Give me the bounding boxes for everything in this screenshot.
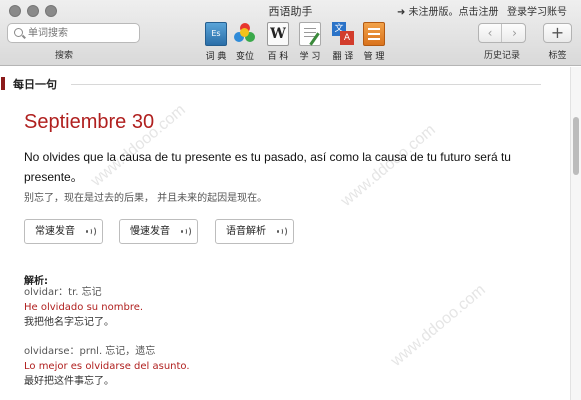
- analysis-entry: olvidar：tr. 忘记 He olvidado su nombre. 我把…: [24, 285, 544, 330]
- tool-conjugation-label: 变位: [235, 52, 254, 62]
- normal-speed-audio-button[interactable]: 常速发音: [24, 219, 103, 244]
- search-field[interactable]: [7, 23, 140, 43]
- vertical-scrollbar[interactable]: [570, 67, 581, 400]
- search-icon: [14, 28, 23, 37]
- translate-icon-b: A: [340, 31, 354, 45]
- back-button[interactable]: ‹: [479, 24, 502, 42]
- tool-dictionary-label: 词 典: [205, 52, 227, 62]
- section-title: 每日一句: [13, 78, 57, 91]
- tool-manage[interactable]: 管 理: [358, 22, 390, 62]
- entry-example: Lo mejor es olvidarse del asunto.: [24, 361, 190, 372]
- tool-study-label: 学 习: [299, 52, 321, 62]
- scrollbar-thumb[interactable]: [573, 117, 579, 175]
- tool-wikipedia[interactable]: W 百 科: [262, 22, 294, 62]
- audio-explanation-label: 语音解析: [226, 226, 266, 237]
- dictionary-icon: Es: [205, 22, 227, 46]
- wikipedia-icon: W: [267, 22, 289, 46]
- tool-conjugation[interactable]: 变位: [229, 22, 261, 62]
- dictionary-icon-text: Es: [211, 29, 221, 38]
- forward-button[interactable]: ›: [503, 24, 526, 42]
- audio-explanation-button[interactable]: 语音解析: [215, 219, 294, 244]
- search-input[interactable]: [28, 24, 138, 42]
- translate-icon: 文 A: [332, 22, 354, 46]
- speaker-icon: [181, 226, 191, 237]
- search-caption: 搜索: [55, 51, 74, 61]
- sentence-translation: 别忘了，现在是过去的后果， 并且未来的起因是现在。: [24, 193, 268, 204]
- daily-sentence-panel: www.ddooo.com www.ddooo.com www.ddooo.co…: [0, 67, 570, 400]
- history-caption: 历史记录: [483, 51, 520, 61]
- entry-word: olvidar：tr. 忘记: [24, 287, 102, 298]
- register-link[interactable]: ➜ 未注册版。点击注册: [397, 3, 499, 18]
- slow-speed-audio-button[interactable]: 慢速发音: [119, 219, 198, 244]
- tool-study[interactable]: 学 习: [294, 22, 326, 62]
- sentence-date: Septiembre 30: [24, 111, 155, 133]
- daily-sentence: No olvides que la causa de tu presente e…: [24, 150, 511, 184]
- study-icon: [299, 22, 321, 46]
- add-tag-button[interactable]: +: [543, 23, 572, 43]
- section-divider: [71, 84, 541, 85]
- login-link[interactable]: 登录学习账号: [507, 3, 567, 18]
- tool-translate-label: 翻 译: [332, 52, 354, 62]
- tags-caption: 标签: [548, 51, 567, 61]
- entry-word: olvidarse：prnl. 忘记，遗忘: [24, 346, 156, 357]
- tool-translate[interactable]: 文 A 翻 译: [327, 22, 359, 62]
- section-marker: [1, 77, 5, 90]
- app-window: 西语助手 ➜ 未注册版。点击注册 登录学习账号 搜索 Es 词 典 变位 W 百…: [0, 0, 581, 400]
- analysis-entry: olvidarse：prnl. 忘记，遗忘 Lo mejor es olvida…: [24, 344, 544, 389]
- speaker-icon: [277, 226, 287, 237]
- normal-speed-audio-label: 常速发音: [35, 226, 75, 237]
- entry-example: He olvidado su nombre.: [24, 302, 144, 313]
- tool-manage-label: 管 理: [363, 52, 385, 62]
- tool-dictionary[interactable]: Es 词 典: [200, 22, 232, 62]
- tool-wikipedia-label: 百 科: [267, 52, 289, 62]
- conjugation-icon: [234, 22, 256, 46]
- toolbar: 西语助手 ➜ 未注册版。点击注册 登录学习账号 搜索 Es 词 典 变位 W 百…: [0, 0, 581, 66]
- entry-translation: 我把他名字忘记了。: [24, 317, 114, 328]
- speaker-icon: [86, 226, 96, 237]
- manage-icon: [363, 22, 385, 46]
- entry-translation: 最好把这件事忘了。: [24, 376, 114, 387]
- slow-speed-audio-label: 慢速发音: [130, 226, 170, 237]
- history-nav: ‹ ›: [478, 23, 526, 43]
